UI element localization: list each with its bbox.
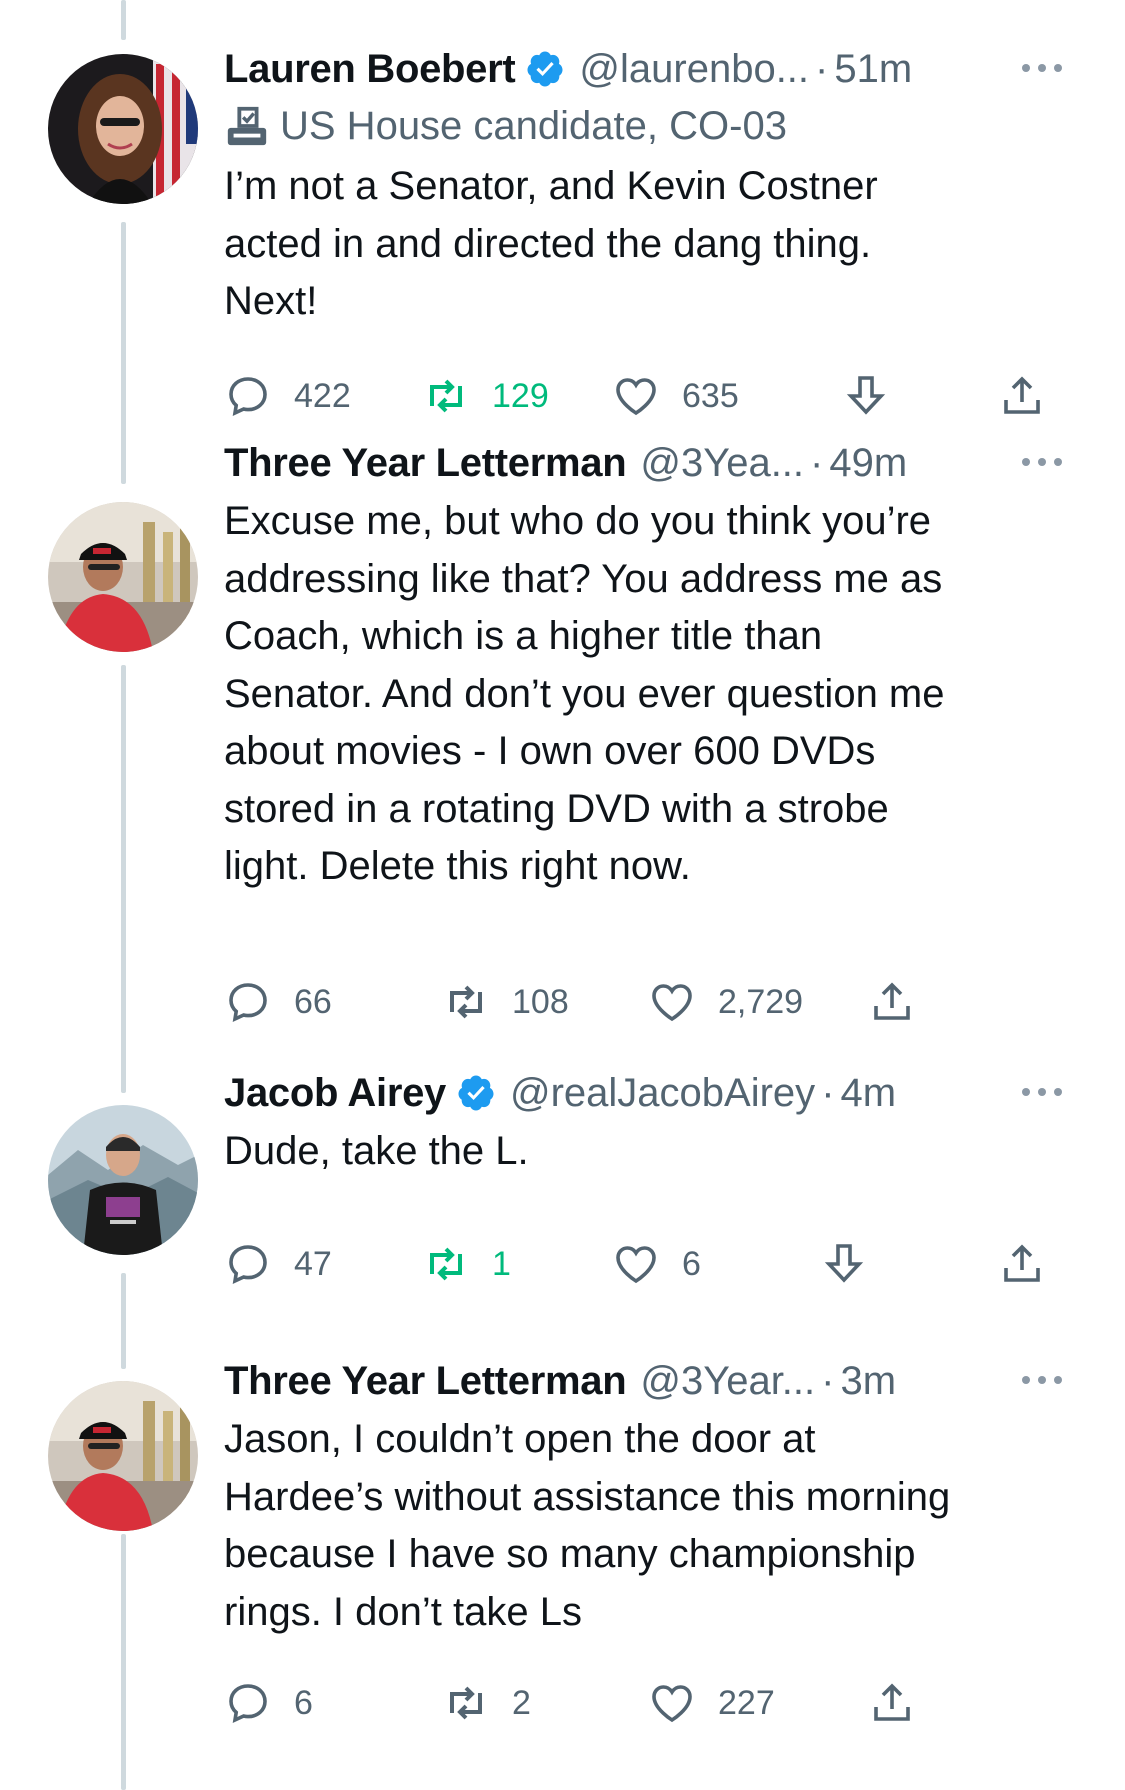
- avatar-image: [48, 1105, 198, 1255]
- reply-button[interactable]: 66: [224, 972, 332, 1032]
- like-button[interactable]: 635: [612, 366, 739, 426]
- like-count: 6: [682, 1244, 701, 1283]
- heart-icon: [652, 984, 692, 1022]
- handle[interactable]: @3Year...: [640, 1359, 815, 1404]
- share-icon: [874, 982, 910, 1020]
- avatar[interactable]: [48, 502, 198, 652]
- retweet-count: 108: [512, 982, 569, 1021]
- display-name[interactable]: Three Year Letterman: [224, 1359, 627, 1404]
- account-label-text: US House candidate, CO-03: [280, 103, 787, 148]
- share-icon: [1004, 376, 1040, 414]
- tweet-text: I’m not a Senator, and Kevin Costner act…: [224, 164, 878, 323]
- avatar[interactable]: [48, 1381, 198, 1531]
- ballot-box-icon: [227, 106, 267, 146]
- download-arrow-icon: [824, 1244, 864, 1283]
- retweet-count: 1: [492, 1244, 511, 1283]
- tweet-header: Three Year Letterman @3Yea... · 49m: [224, 438, 1065, 488]
- tweet-header: Lauren Boebert @laurenbo... · 51m: [224, 44, 1065, 94]
- tweet-text: Dude, take the L.: [224, 1129, 529, 1173]
- like-count: 635: [682, 376, 739, 415]
- account-label: US House candidate, CO-03: [224, 94, 1065, 158]
- avatar-image: [48, 502, 198, 652]
- tweet-actions: 47 1 6: [224, 1234, 1074, 1294]
- tweet[interactable]: Three Year Letterman @3Year... · 3m Jaso…: [0, 1359, 1125, 1790]
- like-button[interactable]: 6: [612, 1234, 701, 1294]
- heart-icon: [652, 1685, 692, 1723]
- display-name[interactable]: Jacob Airey: [224, 1071, 446, 1116]
- reply-icon: [229, 377, 267, 417]
- separator-dot: ·: [810, 440, 824, 485]
- download-arrow-icon: [846, 376, 886, 415]
- tweet-actions: 66 108 2,729: [224, 972, 1074, 1032]
- avatar-image: [48, 1381, 198, 1531]
- retweet-icon: [450, 1686, 482, 1720]
- display-name[interactable]: Lauren Boebert: [224, 47, 516, 92]
- handle[interactable]: @3Yea...: [640, 441, 804, 486]
- tweet-actions: 6 2 227: [224, 1673, 1074, 1733]
- reply-count: 422: [294, 376, 351, 415]
- separator-dot: ·: [821, 1358, 835, 1403]
- handle[interactable]: @laurenbo...: [579, 47, 809, 92]
- reply-icon: [229, 1245, 267, 1285]
- reply-button[interactable]: 47: [224, 1234, 332, 1294]
- share-icon: [874, 1683, 910, 1721]
- download-button[interactable]: [820, 1234, 890, 1294]
- tweet-text: Excuse me, but who do you think you’re a…: [224, 499, 945, 888]
- handle[interactable]: @realJacobAirey: [510, 1071, 815, 1116]
- retweet-button[interactable]: 129: [422, 366, 549, 426]
- more-options-icon[interactable]: [1019, 1368, 1065, 1392]
- retweet-button[interactable]: 1: [422, 1234, 511, 1294]
- avatar[interactable]: [48, 1105, 198, 1255]
- reply-icon: [229, 983, 267, 1023]
- tweet[interactable]: Jacob Airey @realJacobAirey · 4m Dude, t…: [0, 1071, 1125, 1380]
- like-count: 227: [718, 1683, 775, 1722]
- share-icon: [1004, 1244, 1040, 1282]
- more-options-icon[interactable]: [1019, 56, 1065, 80]
- share-button[interactable]: [868, 972, 938, 1032]
- reply-button[interactable]: 6: [224, 1673, 313, 1733]
- timestamp[interactable]: 4m: [841, 1071, 897, 1116]
- like-count: 2,729: [718, 982, 804, 1021]
- reply-count: 6: [294, 1683, 313, 1722]
- share-button[interactable]: [868, 1673, 938, 1733]
- retweet-button[interactable]: 108: [442, 972, 569, 1032]
- reply-button[interactable]: 422: [224, 366, 351, 426]
- more-options-icon[interactable]: [1019, 450, 1065, 474]
- reply-count: 47: [294, 1244, 332, 1283]
- share-button[interactable]: [998, 1234, 1068, 1294]
- reply-count: 66: [294, 982, 332, 1021]
- retweet-count: 129: [492, 376, 549, 415]
- retweet-icon: [450, 985, 482, 1019]
- heart-icon: [616, 378, 656, 416]
- tweet-header: Three Year Letterman @3Year... · 3m: [224, 1356, 1065, 1406]
- like-button[interactable]: 2,729: [648, 972, 803, 1032]
- reply-icon: [229, 1684, 267, 1724]
- timestamp[interactable]: 51m: [834, 47, 912, 92]
- retweet-icon: [430, 1247, 462, 1281]
- verified-badge-icon: [458, 1075, 494, 1111]
- retweet-button[interactable]: 2: [442, 1673, 531, 1733]
- download-button[interactable]: [842, 366, 912, 426]
- retweet-icon: [430, 379, 462, 413]
- display-name[interactable]: Three Year Letterman: [224, 441, 627, 486]
- separator-dot: ·: [815, 46, 829, 91]
- tweet[interactable]: Lauren Boebert @laurenbo... · 51m US Hou…: [0, 0, 1125, 470]
- avatar[interactable]: [48, 54, 198, 204]
- avatar-image: [48, 54, 198, 204]
- heart-icon: [616, 1246, 656, 1284]
- tweet-header: Jacob Airey @realJacobAirey · 4m: [224, 1068, 1065, 1118]
- share-button[interactable]: [998, 366, 1068, 426]
- timestamp[interactable]: 3m: [840, 1359, 896, 1404]
- tweet-text: Jason, I couldn’t open the door at Harde…: [224, 1417, 951, 1634]
- retweet-count: 2: [512, 1683, 531, 1722]
- verified-badge-icon: [527, 51, 563, 87]
- tweet[interactable]: Three Year Letterman @3Yea... · 49m Excu…: [0, 441, 1125, 1080]
- more-options-icon[interactable]: [1019, 1080, 1065, 1104]
- separator-dot: ·: [821, 1070, 835, 1115]
- like-button[interactable]: 227: [648, 1673, 775, 1733]
- tweet-actions: 422 129 635: [224, 366, 1074, 426]
- timestamp[interactable]: 49m: [829, 441, 907, 486]
